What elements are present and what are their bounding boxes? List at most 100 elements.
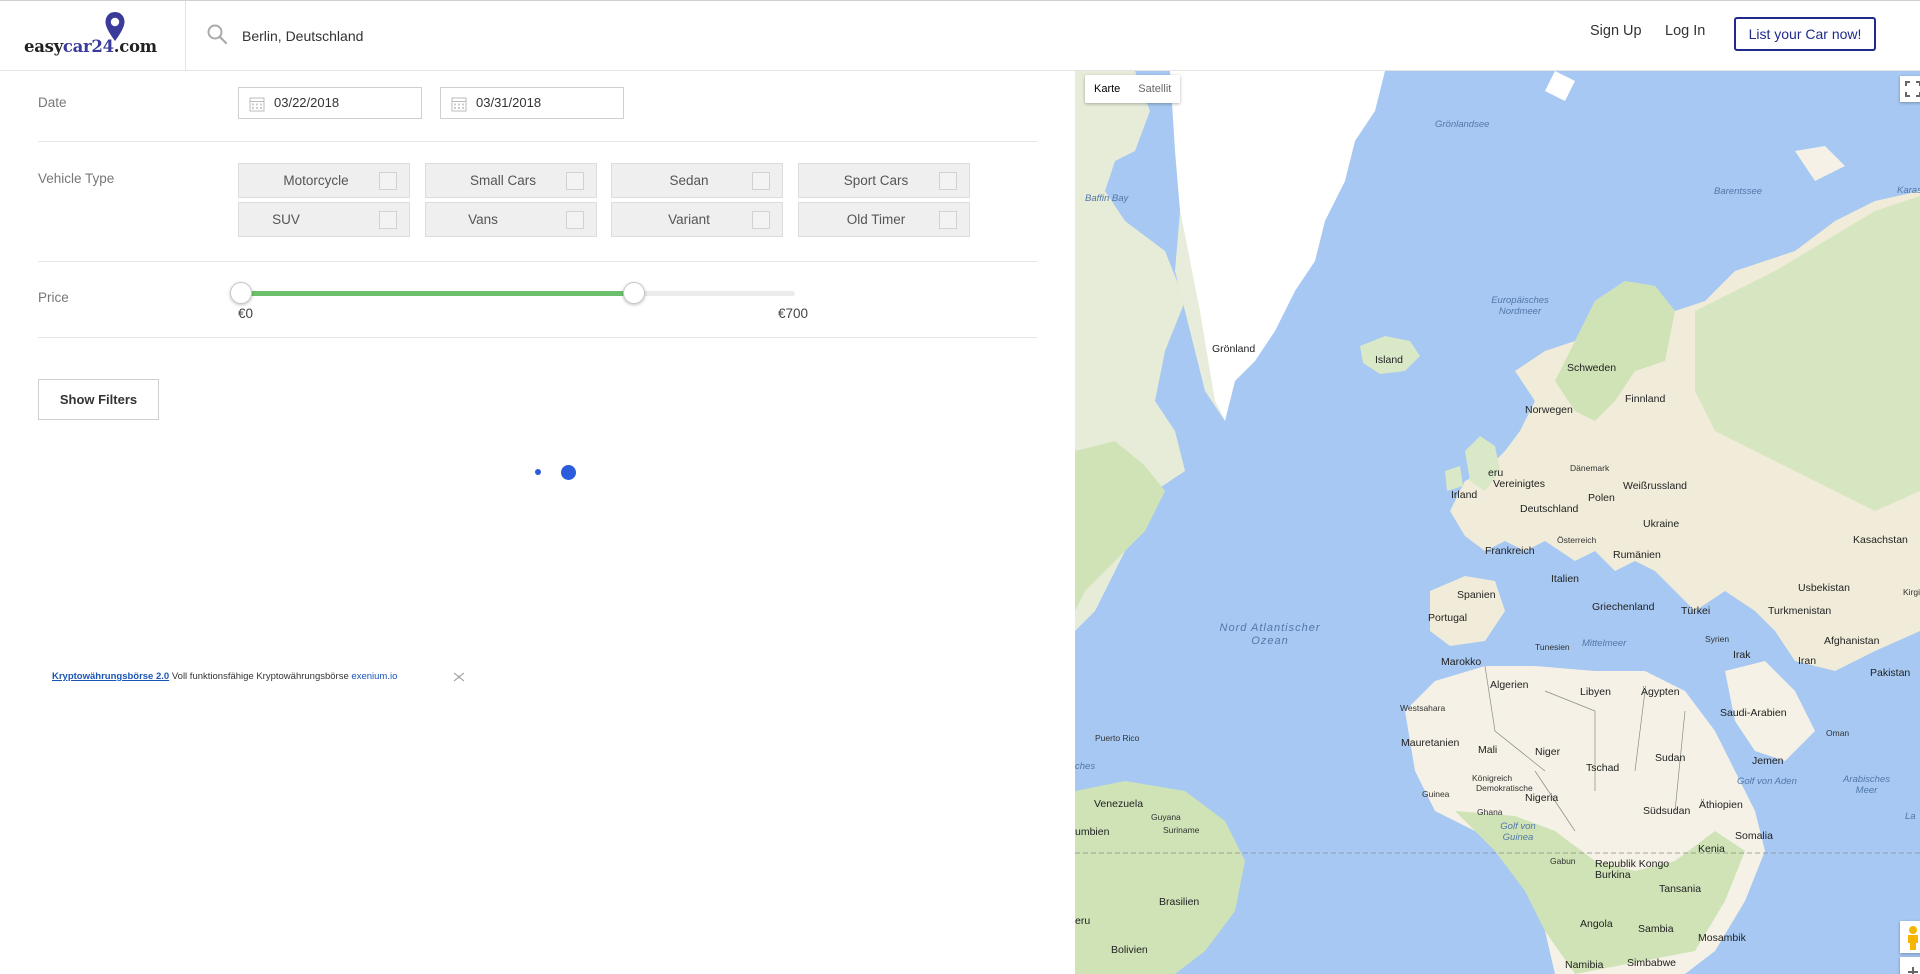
header: easycar24.com Sign Up Log In List your C…	[0, 0, 1920, 71]
logo-text: easycar24.com	[24, 37, 157, 56]
map-label: La	[1905, 811, 1916, 822]
map-label: Libyen	[1580, 686, 1611, 698]
vehicle-type-label-text: Small Cars	[469, 173, 536, 188]
vehicle-type-label: Vehicle Type	[38, 171, 115, 186]
price-slider-max-handle[interactable]	[623, 282, 646, 304]
map-label: Somalia	[1735, 830, 1773, 842]
map-label: Kenia	[1698, 843, 1725, 855]
vehicle-type-label-text: Variant	[668, 212, 710, 227]
map-label: Frankreich	[1485, 545, 1535, 557]
vehicle-type-small-cars[interactable]: Small Cars	[425, 163, 597, 198]
date-from-input[interactable]	[274, 95, 414, 110]
map-label: Grönlandsee	[1435, 119, 1490, 130]
divider	[38, 337, 1037, 338]
map-label: Bolivien	[1111, 944, 1148, 956]
logo[interactable]: easycar24.com	[0, 1, 186, 71]
map-label: Algerien	[1490, 679, 1529, 691]
map-label: Italien	[1551, 573, 1580, 585]
map-label: Simbabwe	[1627, 957, 1677, 969]
checkbox[interactable]	[752, 211, 770, 229]
map-label: Arabisches Meer	[1843, 774, 1890, 796]
map-label: Mauretanien	[1401, 737, 1460, 749]
map-label: Schweden	[1567, 362, 1617, 374]
checkbox[interactable]	[379, 211, 397, 229]
checkbox[interactable]	[379, 172, 397, 190]
map-label: Golf von Guinea	[1500, 821, 1536, 843]
ad-banner: Kryptowährungsbörse 2.0 Voll funktionsfä…	[52, 671, 397, 682]
map-label: Dänemark	[1570, 463, 1610, 473]
map-type-satellit[interactable]: Satellit	[1129, 75, 1180, 103]
map-label: Spanien	[1457, 589, 1496, 601]
vehicle-type-label-text: Sport Cars	[843, 173, 909, 188]
map-label: Ghana	[1477, 807, 1503, 817]
date-label: Date	[38, 95, 67, 110]
search-input[interactable]	[242, 21, 842, 51]
vehicle-type-sport-cars[interactable]: Sport Cars	[798, 163, 970, 198]
vehicle-type-variant[interactable]: Variant	[611, 202, 783, 237]
divider	[38, 261, 1037, 262]
vehicle-type-vans[interactable]: Vans	[425, 202, 597, 237]
map-label: Angola	[1580, 918, 1613, 930]
log-in-link[interactable]: Log In	[1665, 23, 1705, 39]
map-label: Guinea	[1422, 789, 1450, 799]
map-label: Puerto Rico	[1095, 733, 1140, 743]
zoom-in-button[interactable]	[1900, 957, 1920, 974]
map-label: Suriname	[1163, 825, 1200, 835]
price-slider-fill	[240, 291, 637, 296]
map-label: Tunesien	[1535, 642, 1570, 652]
map-label: Mittelmeer	[1582, 638, 1627, 649]
ad-text: Voll funktionsfähige Kryptowährungsbörse	[169, 671, 352, 682]
map-label: Westsahara	[1400, 703, 1446, 713]
price-slider-track[interactable]	[240, 291, 795, 296]
fullscreen-button[interactable]	[1900, 76, 1920, 102]
map-label: Vereinigtes	[1493, 478, 1545, 490]
map-label: Venezuela	[1094, 798, 1144, 810]
price-slider-min-handle[interactable]	[230, 282, 252, 304]
map-label: Karas	[1897, 185, 1920, 196]
map-label: Burkina	[1595, 869, 1631, 881]
vehicle-type-sedan[interactable]: Sedan	[611, 163, 783, 198]
map-label: Finnland	[1625, 393, 1666, 405]
map-label: Guyana	[1151, 812, 1181, 822]
map-label: Gabun	[1550, 856, 1576, 866]
price-label: Price	[38, 290, 69, 305]
date-from-field[interactable]	[238, 87, 422, 119]
checkbox[interactable]	[939, 211, 957, 229]
street-view-pegman[interactable]	[1900, 921, 1920, 953]
map-label: Nigeria	[1525, 792, 1559, 804]
list-your-car-button[interactable]: List your Car now!	[1734, 17, 1876, 51]
map-label: Irak	[1733, 649, 1751, 661]
checkbox[interactable]	[752, 172, 770, 190]
fullscreen-icon	[1905, 81, 1920, 97]
sign-up-link[interactable]: Sign Up	[1590, 23, 1642, 39]
map-label: Äthiopien	[1699, 799, 1743, 811]
checkbox[interactable]	[939, 172, 957, 190]
map-label: Rumänien	[1613, 549, 1661, 561]
map-label: Türkei	[1681, 605, 1711, 617]
price-max-value: €700	[778, 306, 809, 321]
map-label: Turkmenistan	[1768, 605, 1832, 617]
map-label: eru	[1075, 915, 1091, 927]
ad-choices-icon[interactable]	[452, 671, 466, 683]
checkbox[interactable]	[566, 172, 584, 190]
plus-icon	[1908, 967, 1918, 974]
map[interactable]: Karte Satellit Grönlandsee Baffin Bay Ba…	[1075, 71, 1920, 974]
map-label: Syrien	[1705, 634, 1730, 644]
map-label: Portugal	[1428, 612, 1468, 624]
map-label: Afghanistan	[1824, 635, 1880, 647]
date-to-field[interactable]	[440, 87, 624, 119]
date-to-input[interactable]	[476, 95, 616, 110]
map-label: Europäisches Nordmeer	[1491, 295, 1549, 317]
map-label: Weißrussland	[1623, 480, 1687, 492]
ad-domain-link[interactable]: exenium.io	[351, 671, 397, 682]
vehicle-type-suv[interactable]: SUV	[238, 202, 410, 237]
checkbox[interactable]	[566, 211, 584, 229]
ad-title-link[interactable]: Kryptowährungsbörse 2.0	[52, 671, 169, 682]
map-label: Deutschland	[1520, 503, 1579, 515]
vehicle-type-old-timer[interactable]: Old Timer	[798, 202, 970, 237]
vehicle-type-motorcycle[interactable]: Motorcycle	[238, 163, 410, 198]
map-type-karte[interactable]: Karte	[1085, 75, 1129, 103]
vehicle-type-label-text: SUV	[272, 212, 300, 227]
show-filters-button[interactable]: Show Filters	[38, 379, 159, 420]
map-label: Südsudan	[1643, 805, 1691, 817]
